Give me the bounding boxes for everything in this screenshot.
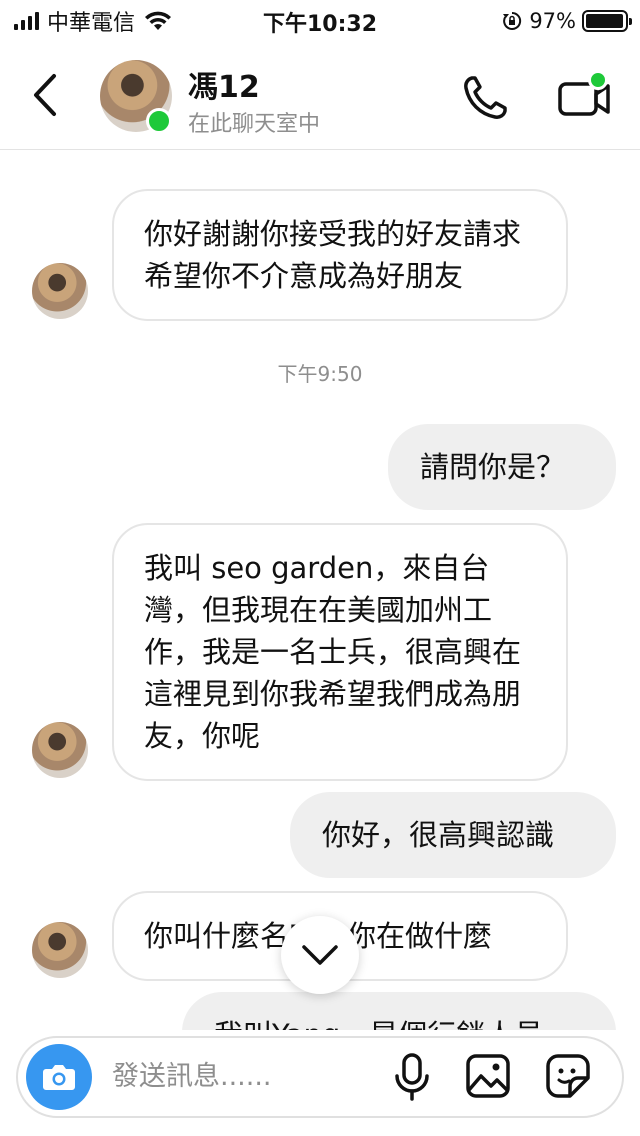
- image-icon[interactable]: [464, 1052, 512, 1100]
- message-avatar[interactable]: [32, 722, 88, 778]
- message-input[interactable]: [112, 1056, 372, 1096]
- contact-status: 在此聊天室中: [188, 112, 321, 137]
- camera-icon: [43, 1065, 75, 1090]
- message-avatar[interactable]: [32, 263, 88, 319]
- contact-name[interactable]: 馮12: [188, 62, 260, 106]
- video-status-dot: [588, 70, 608, 90]
- battery-percent: 97%: [529, 9, 576, 33]
- camera-button[interactable]: [26, 1044, 92, 1110]
- chat-header: 馮12 在此聊天室中: [0, 40, 640, 150]
- incoming-message[interactable]: 你好謝謝你接受我的好友請求希望你不介意成為好朋友: [112, 189, 568, 321]
- online-status-dot: [146, 108, 172, 134]
- message-avatar[interactable]: [32, 922, 88, 978]
- chevron-left-icon[interactable]: [26, 72, 66, 118]
- orientation-lock-icon: [503, 11, 522, 30]
- status-bar: 中華電信 下午10:32 97%: [0, 0, 640, 40]
- battery-icon: [582, 10, 632, 32]
- outgoing-message[interactable]: 你好，很高興認識: [290, 792, 616, 878]
- sticker-icon[interactable]: [544, 1052, 592, 1100]
- phone-icon[interactable]: [460, 73, 510, 123]
- scroll-to-bottom-button[interactable]: [281, 916, 359, 994]
- incoming-message[interactable]: 我叫 seo garden，來自台灣，但我現在在美國加州工作，我是一名士兵，很高…: [112, 523, 568, 781]
- message-timestamp: 下午9:50: [277, 362, 363, 386]
- outgoing-message[interactable]: 請問你是？: [388, 424, 616, 510]
- chevron-down-icon: [302, 945, 338, 965]
- battery-fill: [586, 14, 623, 28]
- status-right: 97%: [501, 7, 632, 35]
- microphone-icon[interactable]: [392, 1052, 432, 1102]
